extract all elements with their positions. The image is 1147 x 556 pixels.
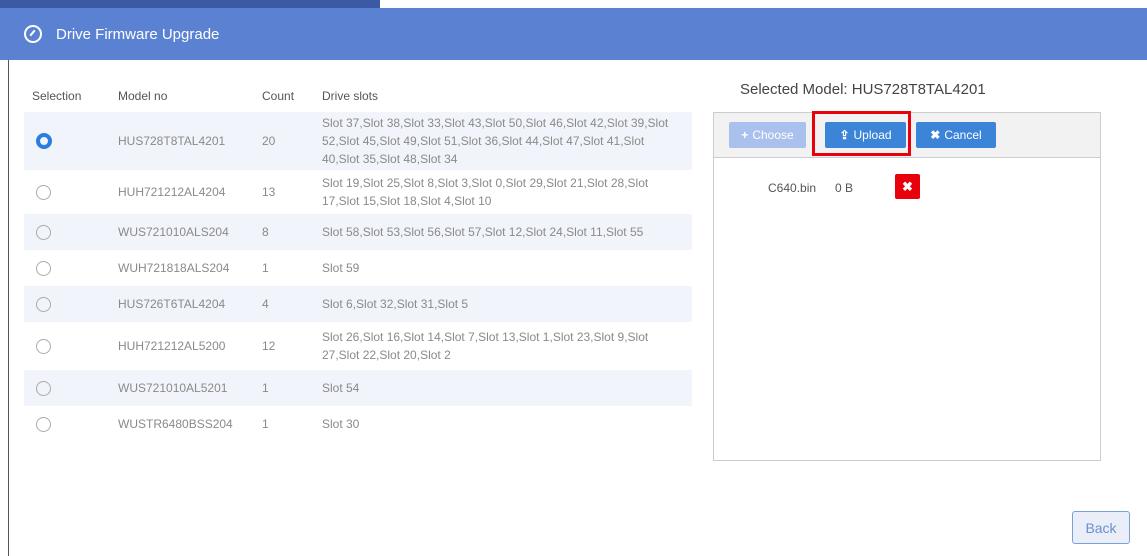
model-radio[interactable] [36,184,51,200]
selection-cell [24,322,110,370]
plus-icon: + [741,128,749,142]
selection-cell [24,250,110,286]
model-cell: WUS721010ALS204 [118,225,229,239]
slots-cell: Slot 19,Slot 25,Slot 8,Slot 3,Slot 0,Slo… [322,176,649,208]
selection-cell [24,370,110,406]
col-header-model: Model no [118,89,168,103]
model-radio[interactable] [36,338,51,354]
count-cell: 12 [262,339,276,353]
slots-cell: Slot 59 [322,261,360,275]
slots-cell: Slot 58,Slot 53,Slot 56,Slot 57,Slot 12,… [322,225,644,239]
cancel-button[interactable]: ✖ Cancel [916,122,996,148]
model-cell: HUS728T8TAL4201 [118,134,226,148]
dialog-header: Drive Firmware Upgrade [0,8,1147,60]
count-cell: 8 [262,225,269,239]
close-icon: ✖ [902,178,913,194]
upload-highlight-box [812,111,911,156]
count-cell: 1 [262,261,269,275]
choose-button-label: Choose [752,128,794,142]
count-cell: 1 [262,381,269,395]
selection-cell [24,170,110,214]
col-header-count: Count [262,89,295,103]
selection-cell [24,214,110,250]
file-row: C640.bin 0 B ✖ [714,173,1100,203]
file-name: C640.bin [768,181,817,195]
col-header-slots: Drive slots [322,89,379,103]
choose-button[interactable]: + Choose [729,122,806,148]
dialog-left-border [8,60,9,556]
top-strip-accent [0,0,380,8]
model-radio[interactable] [36,224,51,240]
col-header-selection: Selection [32,89,82,103]
selected-model-label: Selected Model: HUS728T8TAL4201 [740,81,986,98]
model-cell: WUH721818ALS204 [118,261,230,275]
count-cell: 1 [262,417,269,431]
model-cell: HUS726T6TAL4204 [118,297,226,311]
model-cell: WUSTR6480BSS204 [118,417,233,431]
remove-file-button[interactable]: ✖ [895,174,920,199]
model-radio[interactable] [36,296,51,312]
model-radio[interactable] [36,416,51,432]
table-row[interactable]: HUS728T8TAL4201 20 Slot 37,Slot 38,Slot 33… [24,112,692,170]
count-cell: 4 [262,297,269,311]
cancel-button-label: Cancel [944,128,982,142]
model-cell: HUH721212AL5200 [118,339,226,353]
slots-cell: Slot 6,Slot 32,Slot 31,Slot 5 [322,297,469,311]
table-row[interactable]: HUS726T6TAL4204 4 Slot 6,Slot 32,Slot 31,S… [24,286,692,322]
model-radio[interactable] [36,133,52,149]
close-icon: ✖ [930,128,941,142]
model-cell: HUH721212AL4204 [118,185,226,199]
back-button[interactable]: Back [1072,511,1130,544]
slots-cell: Slot 37,Slot 38,Slot 33,Slot 43,Slot 50,… [322,116,669,166]
file-size: 0 B [835,181,854,195]
model-cell: WUS721010AL5201 [118,381,228,395]
compass-icon [24,25,42,43]
drive-model-table: Selection Model no Count Drive slots HUS… [24,80,692,442]
model-radio[interactable] [36,380,51,396]
slots-cell: Slot 30 [322,417,360,431]
model-radio[interactable] [36,260,51,276]
count-cell: 13 [262,185,276,199]
table-row[interactable]: WUS721010AL5201 1 Slot 54 [24,370,692,406]
table-row[interactable]: HUH721212AL5200 12 Slot 26,Slot 16,Slot 14… [24,322,692,370]
dialog-title: Drive Firmware Upgrade [56,25,220,43]
selection-cell [24,406,110,442]
upload-panel: + Choose ⇪ Upload ✖ Cancel C640.bin 0 B … [713,112,1101,461]
table-header-row: Selection Model no Count Drive slots [24,80,692,112]
count-cell: 20 [262,134,276,148]
table-row[interactable]: WUH721818ALS204 1 Slot 59 [24,250,692,286]
table-row[interactable]: WUSTR6480BSS204 1 Slot 30 [24,406,692,442]
top-strip [0,0,1147,8]
table-row[interactable]: HUH721212AL4204 13 Slot 19,Slot 25,Slot 8,… [24,170,692,214]
slots-cell: Slot 54 [322,381,360,395]
selection-cell [24,112,110,170]
selection-cell [24,286,110,322]
slots-cell: Slot 26,Slot 16,Slot 14,Slot 7,Slot 13,S… [322,330,649,362]
table-row[interactable]: WUS721010ALS204 8 Slot 58,Slot 53,Slot 56,… [24,214,692,250]
